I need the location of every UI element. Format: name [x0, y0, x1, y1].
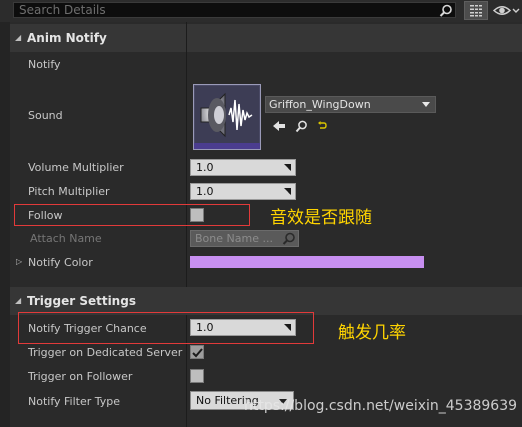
browse-asset-icon[interactable] — [295, 120, 308, 133]
dropdown-arrow-icon — [422, 102, 430, 107]
trigger-on-follower-checkbox[interactable] — [190, 369, 204, 383]
volume-multiplier-input[interactable]: 1.0 — [190, 159, 296, 176]
trigger-on-follower-label: Trigger on Follower — [28, 370, 133, 383]
volume-multiplier-label: Volume Multiplier — [28, 161, 124, 174]
use-selected-arrow-icon[interactable] — [272, 120, 286, 132]
view-options-eye-icon[interactable] — [492, 3, 520, 18]
speaker-waveform-icon — [195, 86, 259, 144]
collapse-triangle-icon: ◢ — [15, 33, 22, 42]
notify-label: Notify — [28, 58, 61, 71]
category-anim-notify[interactable]: ◢ Anim Notify — [10, 24, 522, 52]
grid-icon — [470, 5, 482, 17]
reset-asset-icon[interactable] — [317, 120, 327, 131]
notify-color-swatch[interactable] — [190, 256, 424, 268]
filter-type-label: Notify Filter Type — [28, 395, 121, 408]
pitch-multiplier-input[interactable]: 1.0 — [190, 183, 296, 200]
sound-label: Sound — [28, 109, 63, 122]
checkmark-icon — [192, 348, 203, 358]
sound-asset-thumbnail[interactable] — [193, 84, 261, 150]
sound-asset-name: Griffon_WingDown — [269, 98, 371, 111]
dedicated-server-checkbox[interactable] — [190, 345, 204, 359]
notify-color-label: Notify Color — [28, 256, 93, 269]
attach-name-label: Attach Name — [30, 232, 102, 245]
follow-annotation: 音效是否跟随 — [270, 208, 372, 228]
drag-handle-icon — [282, 163, 291, 171]
expand-arrow-icon[interactable]: ▷ — [16, 257, 22, 266]
watermark-text: https://blog.csdn.net/weixin_45389639 — [244, 398, 518, 414]
search-icon — [282, 232, 295, 245]
asset-type-bar — [194, 143, 260, 149]
chance-highlight-box — [18, 312, 314, 344]
search-details-input[interactable]: Search Details — [13, 2, 456, 18]
drag-handle-icon — [282, 187, 291, 195]
search-icon[interactable] — [439, 4, 453, 17]
volume-multiplier-value: 1.0 — [196, 161, 214, 174]
property-matrix-button[interactable] — [464, 1, 488, 20]
follow-highlight-box — [14, 204, 250, 226]
pitch-multiplier-label: Pitch Multiplier — [28, 185, 110, 198]
attach-name-placeholder: Bone Name ... — [195, 232, 273, 245]
pitch-multiplier-value: 1.0 — [196, 185, 214, 198]
attach-name-input: Bone Name ... — [190, 230, 299, 247]
dedicated-server-label: Trigger on Dedicated Server — [28, 346, 183, 359]
chance-annotation: 触发几率 — [338, 323, 406, 343]
sound-asset-dropdown[interactable]: Griffon_WingDown — [265, 96, 436, 113]
category-title: Trigger Settings — [27, 294, 136, 308]
search-placeholder: Search Details — [19, 3, 106, 17]
category-title: Anim Notify — [27, 31, 107, 45]
details-toolbar: Search Details — [0, 0, 522, 22]
collapse-triangle-icon: ◢ — [15, 296, 22, 305]
category-trigger-settings[interactable]: ◢ Trigger Settings — [10, 287, 522, 315]
